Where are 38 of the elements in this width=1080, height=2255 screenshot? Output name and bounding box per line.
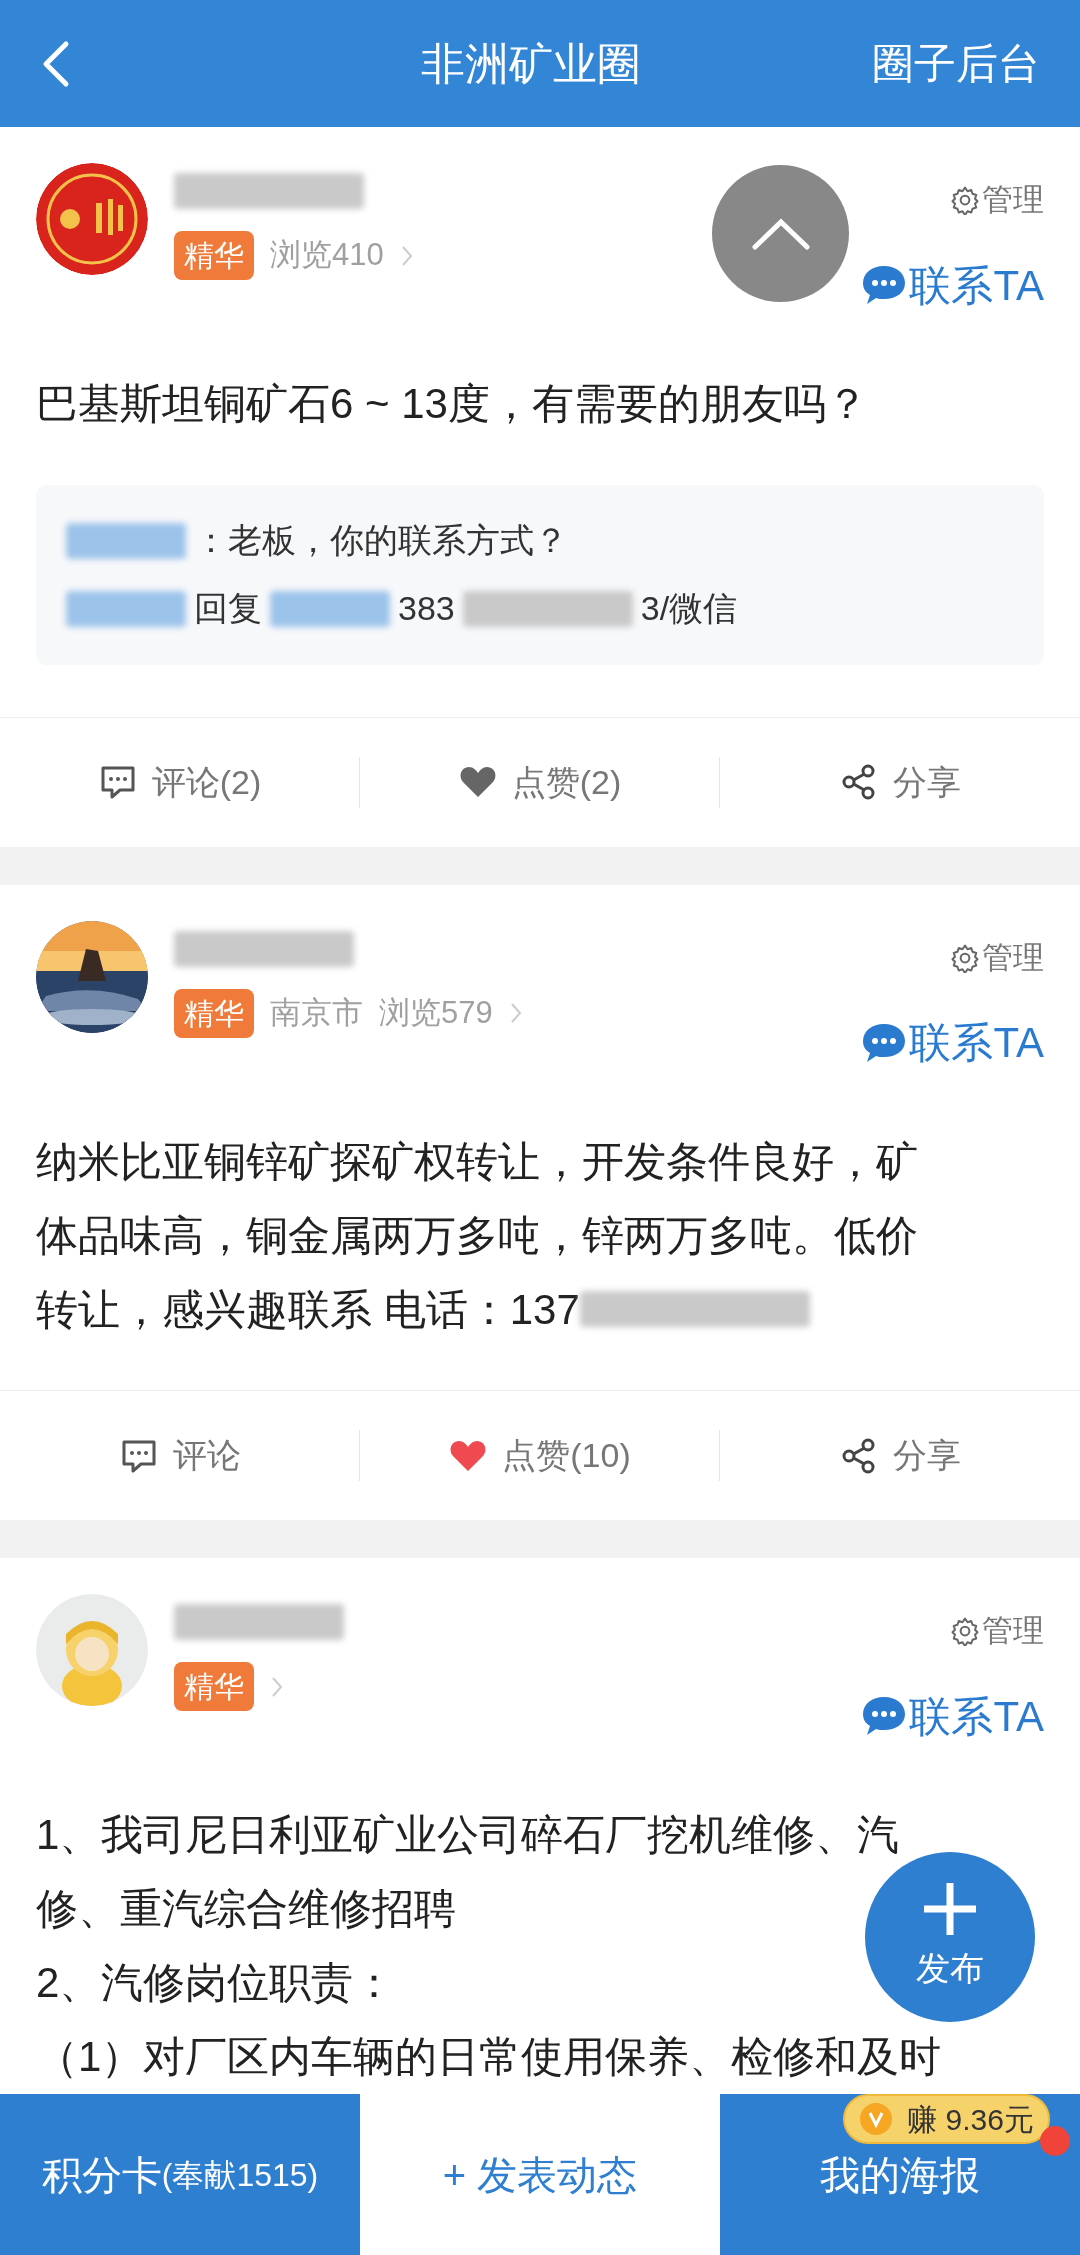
post-text: 巴基斯坦铜矿石6 ~ 13度，有需要的朋友吗？: [36, 379, 868, 429]
reward-badge: 赚 9.36元: [843, 2094, 1050, 2144]
post-text: 转让，感兴趣联系 电话：137: [36, 1284, 580, 1335]
chat-icon: [861, 1021, 908, 1064]
chevron-up-icon: [750, 216, 811, 251]
post-meta: 浏览410: [270, 236, 384, 275]
post-text: 纳米比亚铜锌矿探矿权转让，开发条件良好，矿: [36, 1136, 918, 1187]
bottom-tab[interactable]: 赚 9.36元 我的海报: [720, 2094, 1080, 2255]
post-text: 体品味高，铜金属两万多吨，锌两万多吨。低价: [36, 1210, 918, 1261]
comment-text: 回复: [194, 588, 262, 629]
like-button[interactable]: 点赞(10): [448, 1430, 631, 1481]
like-button[interactable]: 点赞(2): [457, 756, 622, 808]
comment-text: 383: [398, 588, 455, 629]
post-text: 2、汽修岗位职责：: [36, 1958, 396, 2008]
coin-icon: [859, 2102, 894, 2136]
share-button[interactable]: 分享: [839, 1430, 961, 1481]
comment-text: 3/微信: [640, 588, 738, 629]
page-title: 非洲矿业圈: [421, 37, 641, 90]
featured-badge: 精华: [174, 988, 254, 1038]
post-meta: 浏览579: [379, 993, 493, 1032]
post-meta: 南京市: [270, 993, 363, 1032]
post-text: （1）对厂区内车辆的日常使用保养、检修和及时: [36, 2032, 942, 2082]
admin-link[interactable]: 圈子后台: [872, 32, 1040, 95]
share-button[interactable]: 分享: [839, 756, 961, 808]
chevron-icon: [508, 1001, 523, 1025]
comment-text: ：老板，你的联系方式？: [194, 520, 568, 561]
plus-icon: [922, 1880, 978, 1937]
featured-badge: 精华: [174, 1662, 254, 1711]
settings-icon: [950, 1616, 980, 1647]
comment-button[interactable]: 评论: [118, 1430, 241, 1481]
settings-icon: [950, 185, 980, 216]
post-text: 修、重汽综合维修招聘: [36, 1884, 456, 1934]
chat-icon: [861, 1695, 908, 1737]
comment-button[interactable]: 评论(2): [97, 756, 262, 808]
featured-badge: 精华: [174, 231, 254, 280]
settings-icon: [950, 942, 980, 973]
bottom-tab[interactable]: 积分卡(奉献1515): [0, 2094, 360, 2255]
chat-icon: [861, 264, 908, 306]
